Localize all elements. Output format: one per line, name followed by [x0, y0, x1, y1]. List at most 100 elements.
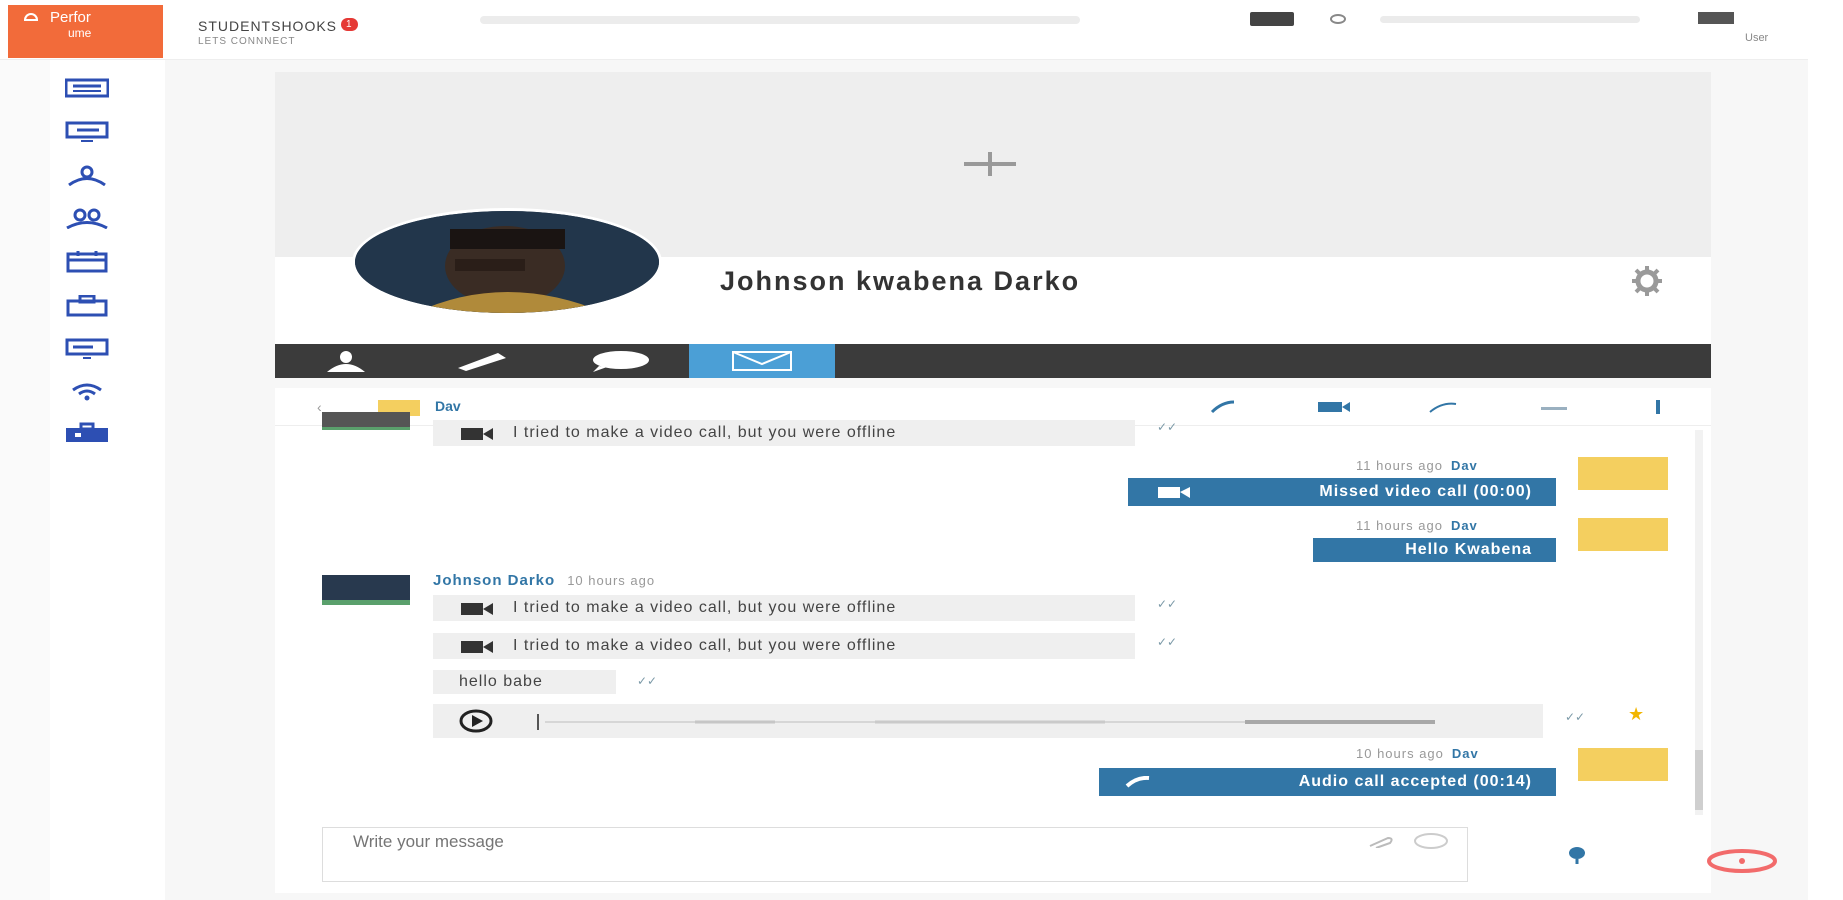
message-time: 11 hours ago — [1356, 518, 1443, 533]
dav-avatar — [1578, 457, 1668, 490]
star-icon[interactable]: ★ — [1628, 704, 1644, 725]
board-icon[interactable] — [65, 338, 109, 360]
message-sender[interactable]: Dav — [1452, 746, 1479, 761]
dav-avatar — [1578, 518, 1668, 551]
attach-icon[interactable] — [1368, 836, 1394, 848]
calendar-icon[interactable] — [65, 251, 109, 273]
sender-thumbnail[interactable] — [322, 575, 410, 605]
sender-line: Johnson Darko 10 hours ago — [433, 572, 655, 589]
read-check-icon: ✓✓ — [1157, 597, 1178, 611]
message-text: Hello Kwabena — [1405, 541, 1532, 558]
left-sidebar — [50, 60, 165, 900]
blurred-top-text — [1380, 16, 1640, 23]
message-bubble-out: Missed video call (00:00) — [1128, 478, 1556, 506]
message-bubble: hello babe — [433, 670, 616, 694]
message-composer — [322, 827, 1468, 882]
read-check-icon: ✓✓ — [637, 674, 658, 688]
news-icon[interactable] — [65, 77, 109, 99]
user-label[interactable]: User — [1745, 32, 1768, 44]
feed-icon[interactable] — [65, 121, 109, 143]
wifi-icon[interactable] — [65, 380, 109, 402]
message-input[interactable] — [353, 832, 1253, 852]
video-camera-icon — [461, 641, 493, 653]
phone-missed-icon[interactable] — [1428, 400, 1458, 414]
top-bar: Perfor ume STUDENTSHOOKS 1 LETS CONNNECT … — [0, 0, 1843, 60]
tab-posts[interactable] — [413, 344, 551, 378]
contact-name[interactable]: Dav — [435, 398, 461, 414]
profile-photo — [355, 211, 659, 313]
play-icon[interactable] — [459, 709, 493, 733]
message-text: hello babe — [459, 673, 543, 690]
chat-scrollbar[interactable] — [1695, 430, 1703, 815]
profile-name: Johnson kwabena Darko — [720, 266, 1081, 296]
microphone-icon[interactable] — [1562, 845, 1592, 865]
scrollbar-thumb[interactable] — [1695, 750, 1703, 810]
toolbox-icon[interactable] — [65, 422, 109, 444]
pencil-icon — [458, 353, 506, 371]
message-bubble: I tried to make a video call, but you we… — [433, 420, 1135, 446]
notification-badge[interactable]: 1 — [341, 18, 358, 31]
logo-text-line1: Perfor — [50, 9, 91, 26]
sender-name[interactable]: Johnson Darko — [433, 572, 555, 589]
read-check-icon: ✓✓ — [1157, 420, 1178, 434]
friends-icon[interactable] — [65, 207, 109, 229]
brand-name: STUDENTSHOOKS — [198, 18, 338, 34]
message-bubble-out: Hello Kwabena — [1313, 538, 1556, 562]
logo[interactable]: Perfor ume — [8, 5, 163, 58]
read-check-icon: ✓✓ — [1565, 710, 1586, 724]
chat-bubble-icon — [593, 351, 649, 372]
emoji-icon[interactable] — [1413, 833, 1449, 849]
message-sender[interactable]: Dav — [1451, 458, 1478, 473]
phone-icon — [1125, 776, 1150, 788]
profile-tab-bar — [275, 344, 1711, 378]
message-meta: 10 hours ago Dav — [1356, 746, 1479, 761]
video-camera-icon — [461, 603, 493, 615]
audio-player — [433, 704, 1543, 738]
message-time: 11 hours ago — [1356, 458, 1443, 473]
message-sender[interactable]: Dav — [1451, 518, 1478, 533]
message-text: I tried to make a video call, but you we… — [513, 424, 897, 441]
video-camera-icon — [1158, 487, 1190, 498]
logo-mark-icon — [24, 13, 38, 21]
logo-text-line2: ume — [68, 26, 92, 40]
message-meta: 11 hours ago Dav — [1356, 518, 1478, 533]
account-avatar[interactable] — [1698, 12, 1734, 24]
gear-icon[interactable] — [1632, 266, 1662, 296]
right-edge-strip — [1808, 0, 1843, 900]
user-icon — [327, 351, 365, 372]
messages-icon[interactable] — [1250, 12, 1294, 26]
message-text: I tried to make a video call, but you we… — [513, 599, 897, 616]
brand-block[interactable]: STUDENTSHOOKS 1 LETS CONNNECT — [198, 18, 358, 47]
more-icon[interactable] — [1656, 400, 1660, 414]
video-camera-icon — [461, 428, 493, 440]
audio-seek-handle[interactable] — [537, 714, 539, 730]
user-group-icon[interactable] — [65, 164, 109, 186]
message-text: I tried to make a video call, but you we… — [513, 637, 897, 654]
sender-time: 10 hours ago — [567, 573, 656, 588]
minimize-icon[interactable] — [1541, 407, 1567, 410]
notifications-icon[interactable] — [1330, 14, 1346, 24]
phone-icon[interactable] — [1210, 400, 1236, 414]
partial-sender-thumb — [322, 412, 410, 430]
message-bubble-out: Audio call accepted (00:14) — [1099, 768, 1556, 796]
message-bubble: I tried to make a video call, but you we… — [433, 595, 1135, 621]
back-icon[interactable]: ‹ — [317, 399, 322, 415]
read-check-icon: ✓✓ — [1157, 635, 1178, 649]
dav-avatar — [1578, 748, 1668, 781]
message-time: 10 hours ago — [1356, 746, 1444, 761]
message-meta: 11 hours ago Dav — [1356, 458, 1478, 473]
brand-tagline: LETS CONNNECT — [198, 36, 296, 47]
tab-comments[interactable] — [551, 344, 689, 378]
message-text: Audio call accepted (00:14) — [1298, 773, 1532, 790]
tab-messages[interactable] — [689, 344, 835, 378]
audio-waveform[interactable] — [545, 716, 1435, 728]
briefcase-icon[interactable] — [65, 295, 109, 317]
profile-avatar[interactable] — [352, 208, 662, 316]
message-bubble: I tried to make a video call, but you we… — [433, 633, 1135, 659]
tab-about[interactable] — [277, 344, 415, 378]
video-icon[interactable] — [1318, 402, 1350, 412]
message-text: Missed video call (00:00) — [1319, 483, 1532, 500]
bell-icon[interactable] — [1706, 848, 1778, 874]
add-cover-plus-icon[interactable] — [960, 150, 1020, 178]
mail-icon — [732, 351, 792, 371]
